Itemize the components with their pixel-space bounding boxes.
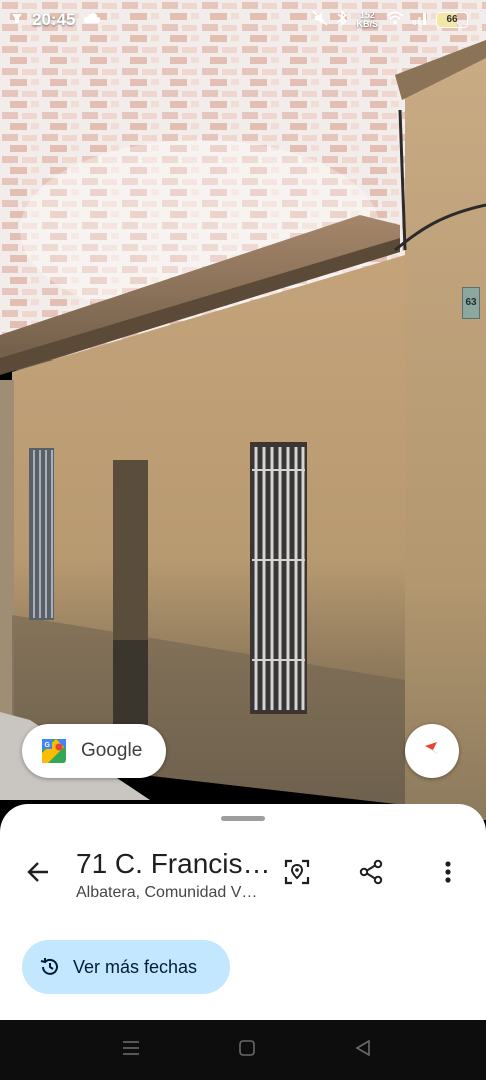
place-subtitle: Albatera, Comunidad V… — [76, 884, 258, 901]
back-button[interactable] — [20, 856, 56, 892]
google-label: Google — [81, 740, 143, 761]
system-navigation-bar — [0, 1020, 486, 1080]
arrow-back-icon — [25, 859, 51, 890]
battery-icon: 66 — [436, 11, 468, 28]
wifi-icon — [386, 11, 404, 28]
place-bottom-sheet[interactable]: 71 C. Francis… Albatera, Comunidad V… Ve… — [0, 804, 486, 1020]
system-back-button[interactable] — [351, 1038, 375, 1062]
place-title: 71 C. Francis… — [76, 848, 271, 879]
mute-icon — [312, 10, 329, 29]
app-notification-icon — [10, 11, 24, 30]
bluetooth-icon — [336, 10, 348, 29]
location-lens-icon — [284, 859, 310, 890]
drag-handle[interactable] — [221, 816, 265, 821]
history-icon — [39, 956, 61, 978]
house-number-plate: 63 — [462, 287, 480, 319]
back-triangle-icon — [354, 1039, 372, 1062]
compass-button[interactable] — [405, 724, 459, 778]
more-dates-label: Ver más fechas — [73, 956, 198, 977]
more-vert-icon — [443, 859, 453, 890]
google-attribution-button[interactable]: G Google — [22, 724, 166, 778]
status-bar: 20:45 152 KB/S 66 — [0, 0, 486, 44]
status-time: 20:45 — [32, 10, 76, 29]
location-lens-button[interactable] — [279, 856, 315, 892]
more-dates-button[interactable]: Ver más fechas — [22, 940, 230, 994]
google-maps-logo-icon: G — [42, 739, 66, 763]
signal-icon — [412, 11, 428, 28]
recents-icon — [121, 1039, 141, 1062]
share-button[interactable] — [353, 856, 389, 892]
cloud-icon — [83, 11, 101, 29]
compass-icon — [423, 740, 441, 763]
net-speed: 152 KB/S — [356, 9, 378, 29]
svg-text:G: G — [45, 742, 51, 749]
home-icon — [238, 1039, 256, 1062]
home-button[interactable] — [235, 1038, 259, 1062]
recents-button[interactable] — [119, 1038, 143, 1062]
share-icon — [358, 859, 384, 890]
more-options-button[interactable] — [430, 856, 466, 892]
